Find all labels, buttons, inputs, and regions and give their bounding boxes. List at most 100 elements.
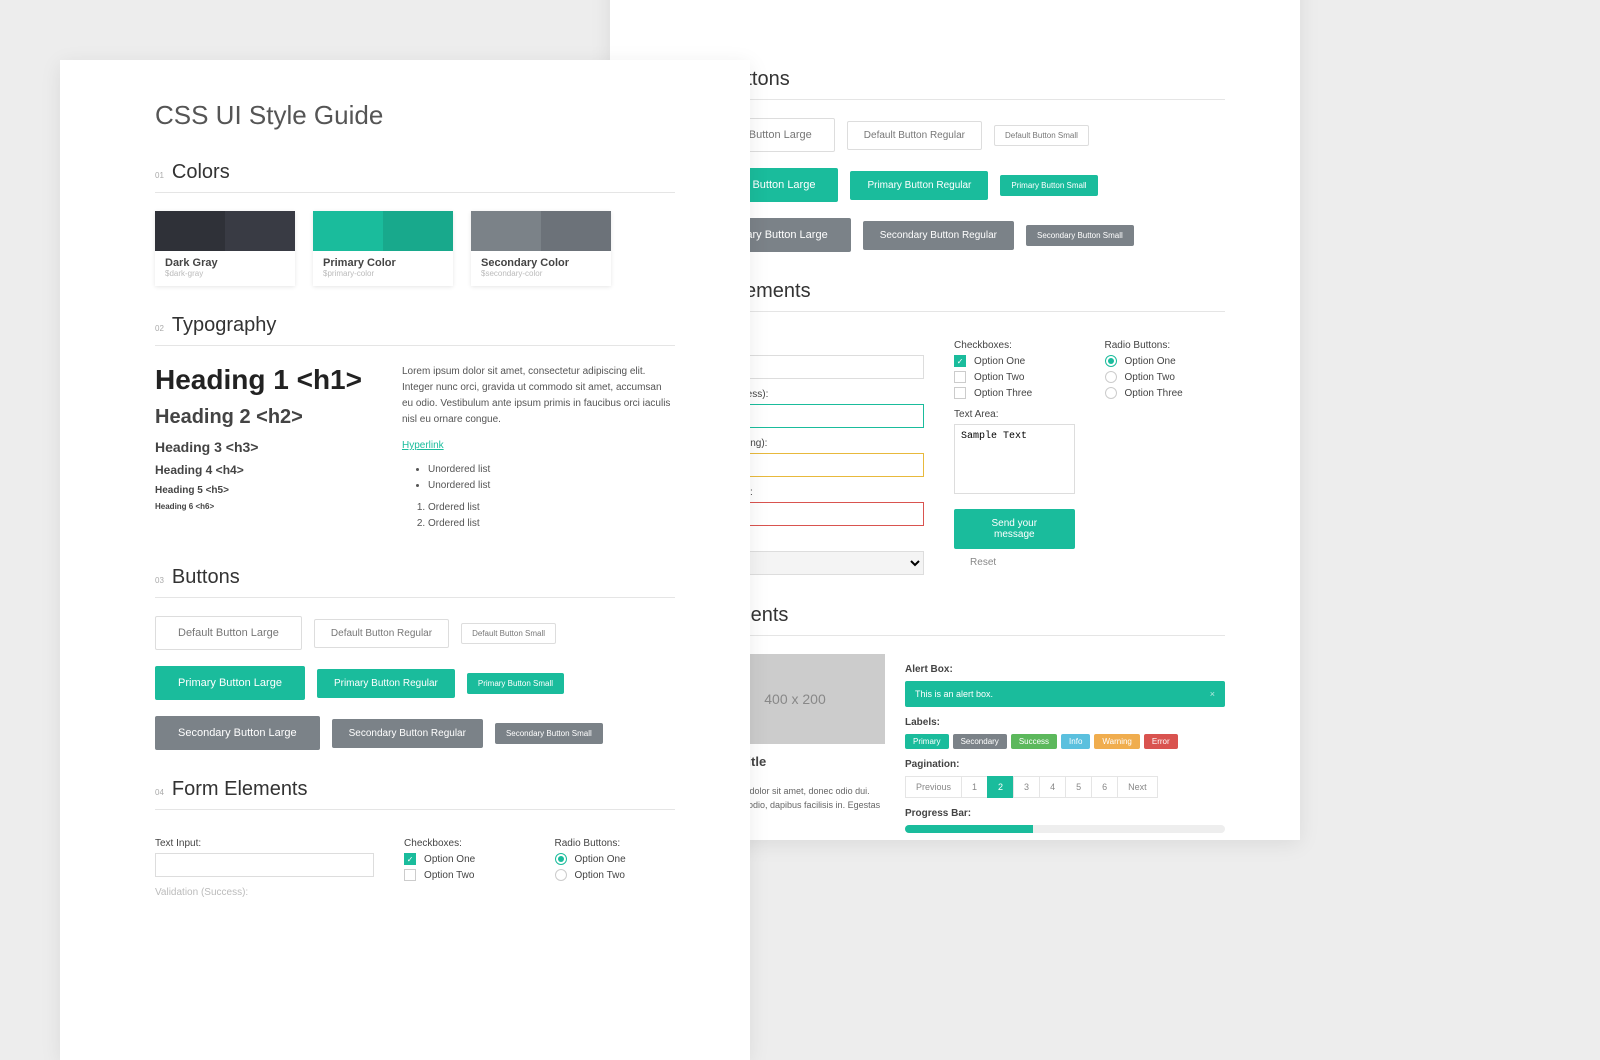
primary-button-small[interactable]: Primary Button Small bbox=[467, 673, 564, 694]
option-label: Option One bbox=[974, 356, 1025, 367]
section-num: 01 bbox=[155, 171, 164, 180]
swatch-name: Dark Gray bbox=[165, 257, 285, 269]
style-guide-page-left: CSS UI Style Guide 01 Colors Dark Gray$d… bbox=[60, 60, 750, 1060]
reset-button[interactable]: Reset bbox=[954, 549, 1012, 576]
checkbox-icon[interactable]: ✓ bbox=[404, 853, 416, 865]
color-swatch: Primary Color$primary-color bbox=[313, 211, 453, 286]
swatch-name: Primary Color bbox=[323, 257, 443, 269]
default-button-small-r[interactable]: Default Button Small bbox=[994, 125, 1089, 146]
list-item: Ordered list bbox=[428, 500, 675, 516]
ordered-list: Ordered list Ordered list bbox=[428, 500, 675, 532]
alert-text: This is an alert box. bbox=[915, 689, 993, 699]
checkbox-icon[interactable] bbox=[404, 869, 416, 881]
textarea-r[interactable]: Sample Text bbox=[954, 424, 1074, 494]
option-label: Option Two bbox=[974, 372, 1024, 383]
label-success: Success bbox=[1011, 734, 1057, 749]
primary-button-large[interactable]: Primary Button Large bbox=[155, 666, 305, 700]
section-header-typography: 02 Typography bbox=[155, 314, 675, 346]
progress-label: Progress Bar: bbox=[905, 808, 1225, 819]
option-label: Option Three bbox=[1125, 388, 1183, 399]
labels-row: Primary Secondary Success Info Warning E… bbox=[905, 734, 1225, 749]
page-title: CSS UI Style Guide bbox=[155, 100, 675, 131]
radio-icon[interactable] bbox=[555, 853, 567, 865]
page-item[interactable]: 6 bbox=[1091, 776, 1118, 798]
secondary-button-regular[interactable]: Secondary Button Regular bbox=[332, 719, 483, 748]
alert-label: Alert Box: bbox=[905, 664, 1225, 675]
checkboxes-label-r: Checkboxes: bbox=[954, 340, 1074, 351]
default-button-regular-r[interactable]: Default Button Regular bbox=[847, 121, 982, 150]
primary-button-regular-r[interactable]: Primary Button Regular bbox=[850, 171, 988, 200]
section-num: 04 bbox=[155, 788, 164, 797]
option-label: Option One bbox=[424, 854, 475, 865]
label-error: Error bbox=[1144, 734, 1178, 749]
page-item[interactable]: Previous bbox=[905, 776, 962, 798]
checkbox-icon[interactable] bbox=[954, 371, 966, 383]
section-title: Colors bbox=[172, 161, 230, 184]
paragraph-sample: Lorem ipsum dolor sit amet, consectetur … bbox=[402, 364, 675, 428]
labels-label: Labels: bbox=[905, 717, 1225, 728]
radio-icon[interactable] bbox=[1105, 371, 1117, 383]
hyperlink-sample[interactable]: Hyperlink bbox=[402, 438, 444, 454]
section-header-buttons: 03 Buttons bbox=[155, 566, 675, 598]
label-warning: Warning bbox=[1094, 734, 1140, 749]
page-item[interactable]: 5 bbox=[1065, 776, 1092, 798]
swatch-name: Secondary Color bbox=[481, 257, 601, 269]
default-button-regular[interactable]: Default Button Regular bbox=[314, 619, 449, 648]
swatch-var: $dark-gray bbox=[165, 269, 285, 278]
page-item[interactable]: 4 bbox=[1039, 776, 1066, 798]
page-item[interactable]: 1 bbox=[961, 776, 988, 798]
label-secondary: Secondary bbox=[953, 734, 1007, 749]
text-input-label: Text Input: bbox=[155, 838, 374, 849]
section-title: Form Elements bbox=[172, 778, 308, 801]
progress-track bbox=[905, 825, 1225, 833]
checkbox-icon[interactable] bbox=[954, 387, 966, 399]
section-title: Buttons bbox=[172, 566, 240, 589]
section-num: 02 bbox=[155, 324, 164, 333]
secondary-button-large[interactable]: Secondary Button Large bbox=[155, 716, 320, 750]
checkbox-icon[interactable]: ✓ bbox=[954, 355, 966, 367]
primary-button-small-r[interactable]: Primary Button Small bbox=[1000, 175, 1097, 196]
checkboxes-label: Checkboxes: bbox=[404, 838, 524, 849]
textarea-label-r: Text Area: bbox=[954, 409, 1074, 420]
option-label: Option One bbox=[1125, 356, 1176, 367]
page-item[interactable]: 3 bbox=[1013, 776, 1040, 798]
radios-label-r: Radio Buttons: bbox=[1105, 340, 1225, 351]
section-title: Typography bbox=[172, 314, 277, 337]
alert-box: This is an alert box. × bbox=[905, 681, 1225, 707]
option-label: Option Two bbox=[1125, 372, 1175, 383]
section-header-form-r: m Elements bbox=[705, 280, 1225, 312]
color-swatch: Dark Gray$dark-gray bbox=[155, 211, 295, 286]
label-info: Info bbox=[1061, 734, 1090, 749]
list-item: Unordered list bbox=[428, 478, 675, 494]
section-header-form: 04 Form Elements bbox=[155, 778, 675, 810]
radio-icon[interactable] bbox=[1105, 355, 1117, 367]
close-icon[interactable]: × bbox=[1210, 689, 1215, 699]
heading-6: Heading 6 <h6> bbox=[155, 502, 362, 511]
default-button-small[interactable]: Default Button Small bbox=[461, 623, 556, 644]
secondary-button-small[interactable]: Secondary Button Small bbox=[495, 723, 603, 744]
radio-icon[interactable] bbox=[555, 869, 567, 881]
default-button-large[interactable]: Default Button Large bbox=[155, 616, 302, 650]
text-input[interactable] bbox=[155, 853, 374, 877]
section-num: 03 bbox=[155, 576, 164, 585]
radio-icon[interactable] bbox=[1105, 387, 1117, 399]
primary-button-regular[interactable]: Primary Button Regular bbox=[317, 669, 455, 698]
page-item[interactable]: 2 bbox=[987, 776, 1014, 798]
option-label: Option Two bbox=[424, 870, 474, 881]
secondary-button-small-r[interactable]: Secondary Button Small bbox=[1026, 225, 1134, 246]
swatch-var: $secondary-color bbox=[481, 269, 601, 278]
section-header-buttons-r: 03 Buttons bbox=[705, 68, 1225, 100]
pagination-label: Pagination: bbox=[905, 759, 1225, 770]
unordered-list: Unordered list Unordered list bbox=[428, 462, 675, 494]
send-button[interactable]: Send your message bbox=[954, 509, 1074, 549]
radios-label: Radio Buttons: bbox=[555, 838, 675, 849]
option-label: Option Three bbox=[974, 388, 1032, 399]
pagination: Previous123456Next bbox=[905, 776, 1225, 798]
option-label: Option Two bbox=[575, 870, 625, 881]
option-label: Option One bbox=[575, 854, 626, 865]
heading-3: Heading 3 <h3> bbox=[155, 439, 362, 455]
list-item: Unordered list bbox=[428, 462, 675, 478]
page-item[interactable]: Next bbox=[1117, 776, 1158, 798]
secondary-button-regular-r[interactable]: Secondary Button Regular bbox=[863, 221, 1014, 250]
swatches-row: Dark Gray$dark-grayPrimary Color$primary… bbox=[155, 211, 675, 286]
